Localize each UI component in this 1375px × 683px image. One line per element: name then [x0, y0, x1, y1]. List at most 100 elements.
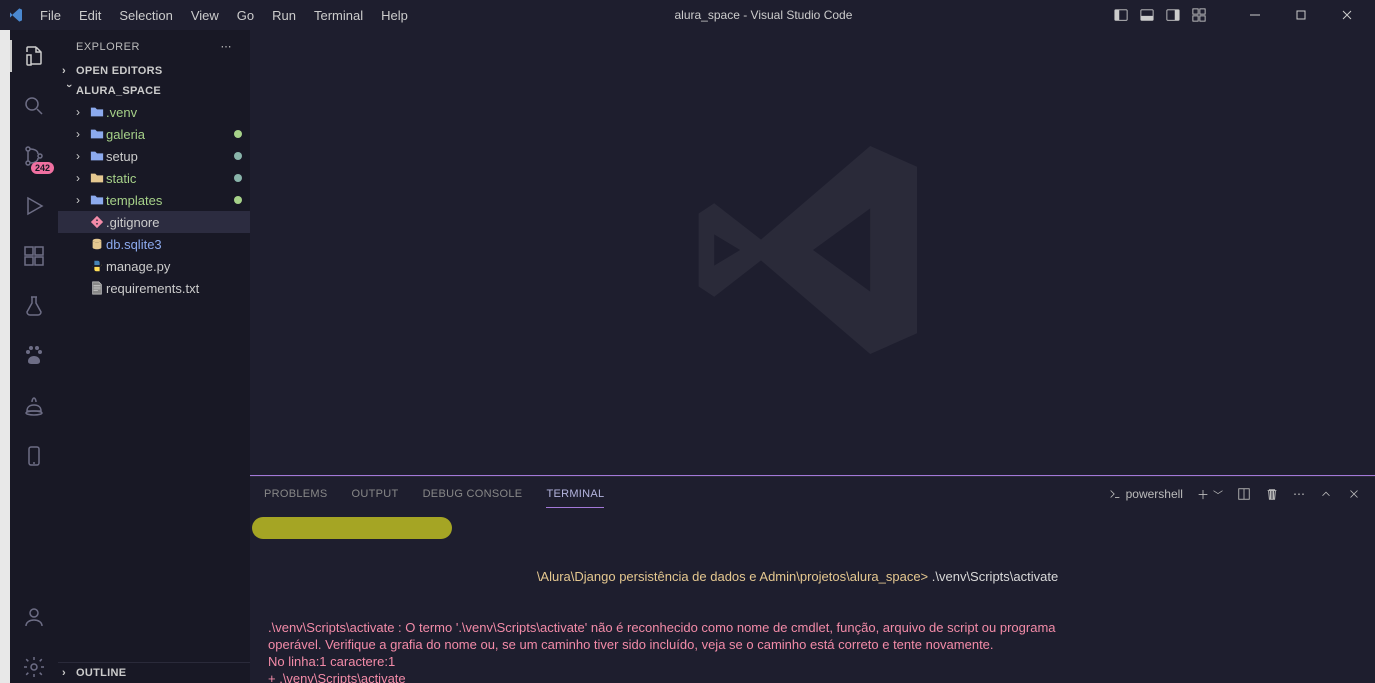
terminal-new-button[interactable]: ＋	[1197, 486, 1209, 503]
menu-view[interactable]: View	[183, 4, 227, 27]
titlebar: FileEditSelectionViewGoRunTerminalHelp a…	[0, 0, 1375, 30]
folder-icon	[88, 171, 106, 185]
modified-dot-icon	[234, 196, 242, 204]
tree-item-gitignore[interactable]: .gitignore	[58, 211, 250, 233]
tree-item-label: galeria	[106, 127, 234, 142]
menu-terminal[interactable]: Terminal	[306, 4, 371, 27]
tree-item-managepy[interactable]: manage.py	[58, 255, 250, 277]
panel-maximize-button[interactable]	[1319, 487, 1333, 501]
panel-close-button[interactable]	[1347, 487, 1361, 501]
window-title: alura_space - Visual Studio Code	[416, 8, 1111, 22]
explorer-title: EXPLORER	[76, 41, 140, 53]
terminal-kill-button[interactable]	[1265, 487, 1279, 501]
modified-dot-icon	[234, 174, 242, 182]
tree-item-dbsqlite3[interactable]: db.sqlite3	[58, 233, 250, 255]
terminal-split-button[interactable]	[1237, 487, 1251, 501]
terminal-prompt-path: \Alura\Django persistência de dados e Ad…	[537, 569, 932, 584]
terminal-line: operável. Verifique a grafia do nome ou,…	[268, 636, 1357, 653]
terminal-new-dropdown[interactable]: ﹀	[1213, 487, 1223, 502]
panel-tab-output[interactable]: OUTPUT	[352, 480, 399, 508]
tree-item-templates[interactable]: › templates	[58, 189, 250, 211]
panel-tab-debug-console[interactable]: DEBUG CONSOLE	[423, 480, 523, 508]
file-icon	[88, 259, 106, 273]
chevron-right-icon: ›	[76, 105, 88, 119]
editor-area: PROBLEMS OUTPUT DEBUG CONSOLE TERMINAL powe…	[250, 30, 1375, 683]
terminal-shell-name: powershell	[1126, 487, 1183, 501]
folder-icon	[88, 127, 106, 141]
activity-accounts-icon[interactable]	[18, 601, 50, 633]
tree-item-label: setup	[106, 149, 234, 164]
folder-icon	[88, 105, 106, 119]
panel-tab-problems[interactable]: PROBLEMS	[264, 480, 328, 508]
project-section[interactable]: › ALURA_SPACE	[58, 81, 250, 101]
activity-paw-icon[interactable]	[18, 340, 50, 372]
terminal-line: + .\venv\Scripts\activate	[268, 670, 1357, 683]
activity-run-debug-icon[interactable]	[18, 190, 50, 222]
chevron-right-icon: ›	[62, 667, 76, 679]
scm-badge: 242	[31, 162, 54, 174]
vscode-watermark-icon	[683, 120, 943, 385]
chevron-down-icon: ›	[63, 84, 75, 98]
tree-item-galeria[interactable]: › galeria	[58, 123, 250, 145]
menu-edit[interactable]: Edit	[71, 4, 109, 27]
modified-dot-icon	[234, 130, 242, 138]
terminal-command: .\venv\Scripts\activate	[932, 569, 1058, 584]
layout-customize-icon[interactable]	[1189, 5, 1209, 25]
redacted-region	[252, 517, 452, 539]
open-editors-section[interactable]: › OPEN EDITORS	[58, 61, 250, 81]
file-icon	[88, 215, 106, 229]
terminal-more-icon[interactable]: ⋯	[1293, 487, 1305, 501]
activity-genie-icon[interactable]	[18, 390, 50, 422]
tree-item-label: requirements.txt	[106, 281, 250, 296]
tree-item-static[interactable]: ›static	[58, 167, 250, 189]
menu-go[interactable]: Go	[229, 4, 262, 27]
maximize-button[interactable]	[1281, 0, 1321, 30]
activity-settings-icon[interactable]	[18, 651, 50, 683]
minimize-button[interactable]	[1235, 0, 1275, 30]
modified-dot-icon	[234, 152, 242, 160]
left-gutter	[0, 30, 10, 683]
activity-device-icon[interactable]	[18, 440, 50, 472]
tree-item-label: static	[106, 171, 234, 186]
tree-item-label: manage.py	[106, 259, 250, 274]
activity-search-icon[interactable]	[18, 90, 50, 122]
menu-file[interactable]: File	[32, 4, 69, 27]
activity-extensions-icon[interactable]	[18, 240, 50, 272]
menu-selection[interactable]: Selection	[111, 4, 180, 27]
chevron-right-icon: ›	[76, 193, 88, 207]
tree-item-setup[interactable]: › setup	[58, 145, 250, 167]
tree-item-label: templates	[106, 193, 234, 208]
outline-section[interactable]: › OUTLINE	[58, 663, 250, 683]
folder-icon	[88, 193, 106, 207]
tree-item-label: .gitignore	[106, 215, 250, 230]
activity-testing-icon[interactable]	[18, 290, 50, 322]
menu-bar: FileEditSelectionViewGoRunTerminalHelp	[32, 4, 416, 27]
terminal-line: No linha:1 caractere:1	[268, 653, 1357, 670]
layout-panel-icon[interactable]	[1137, 5, 1157, 25]
explorer-more-icon[interactable]: ⋯	[217, 38, 237, 55]
menu-help[interactable]: Help	[373, 4, 416, 27]
chevron-right-icon: ›	[76, 149, 88, 163]
panel: PROBLEMS OUTPUT DEBUG CONSOLE TERMINAL powe…	[250, 476, 1375, 683]
chevron-right-icon: ›	[76, 127, 88, 141]
chevron-right-icon: ›	[62, 65, 76, 77]
close-button[interactable]	[1327, 0, 1367, 30]
terminal-line: .\venv\Scripts\activate : O termo '.\ven…	[268, 619, 1357, 636]
file-icon	[88, 281, 106, 295]
tree-item-requirementstxt[interactable]: requirements.txt	[58, 277, 250, 299]
terminal-output[interactable]: XXXXXXXXXXXXXXXXXXXXXXXXXXXXXXX\Alura\Dj…	[250, 511, 1375, 683]
folder-icon	[88, 149, 106, 163]
layout-primary-sidebar-icon[interactable]	[1111, 5, 1131, 25]
panel-tab-terminal[interactable]: TERMINAL	[546, 480, 604, 508]
vscode-logo-icon	[8, 7, 24, 23]
tree-item-label: .venv	[106, 105, 250, 120]
sidebar-explorer: EXPLORER ⋯ › OPEN EDITORS › ALURA_SPACE …	[58, 30, 250, 683]
terminal-profile-button[interactable]: powershell	[1108, 487, 1183, 501]
tree-item-label: db.sqlite3	[106, 237, 250, 252]
menu-run[interactable]: Run	[264, 4, 304, 27]
tree-item-venv[interactable]: › .venv	[58, 101, 250, 123]
activity-bar: 242	[10, 30, 58, 683]
activity-source-control-icon[interactable]: 242	[18, 140, 50, 172]
layout-secondary-sidebar-icon[interactable]	[1163, 5, 1183, 25]
activity-explorer-icon[interactable]	[18, 40, 50, 72]
